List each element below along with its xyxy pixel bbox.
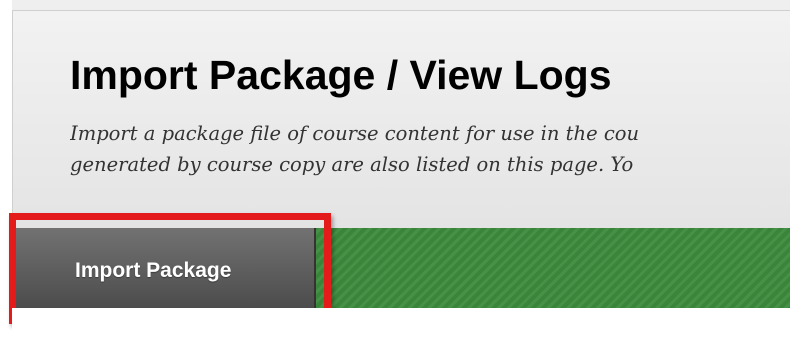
page-description: Import a package file of course content … xyxy=(70,118,790,180)
page-title: Import Package / View Logs xyxy=(70,52,612,98)
import-package-button[interactable]: Import Package xyxy=(14,228,316,312)
page-left-edge xyxy=(0,0,12,337)
import-package-button-label: Import Package xyxy=(75,259,232,282)
page-description-line-1: Import a package file of course content … xyxy=(70,122,640,145)
content-area xyxy=(12,308,790,337)
page-description-line-2: generated by course copy are also listed… xyxy=(70,153,634,176)
